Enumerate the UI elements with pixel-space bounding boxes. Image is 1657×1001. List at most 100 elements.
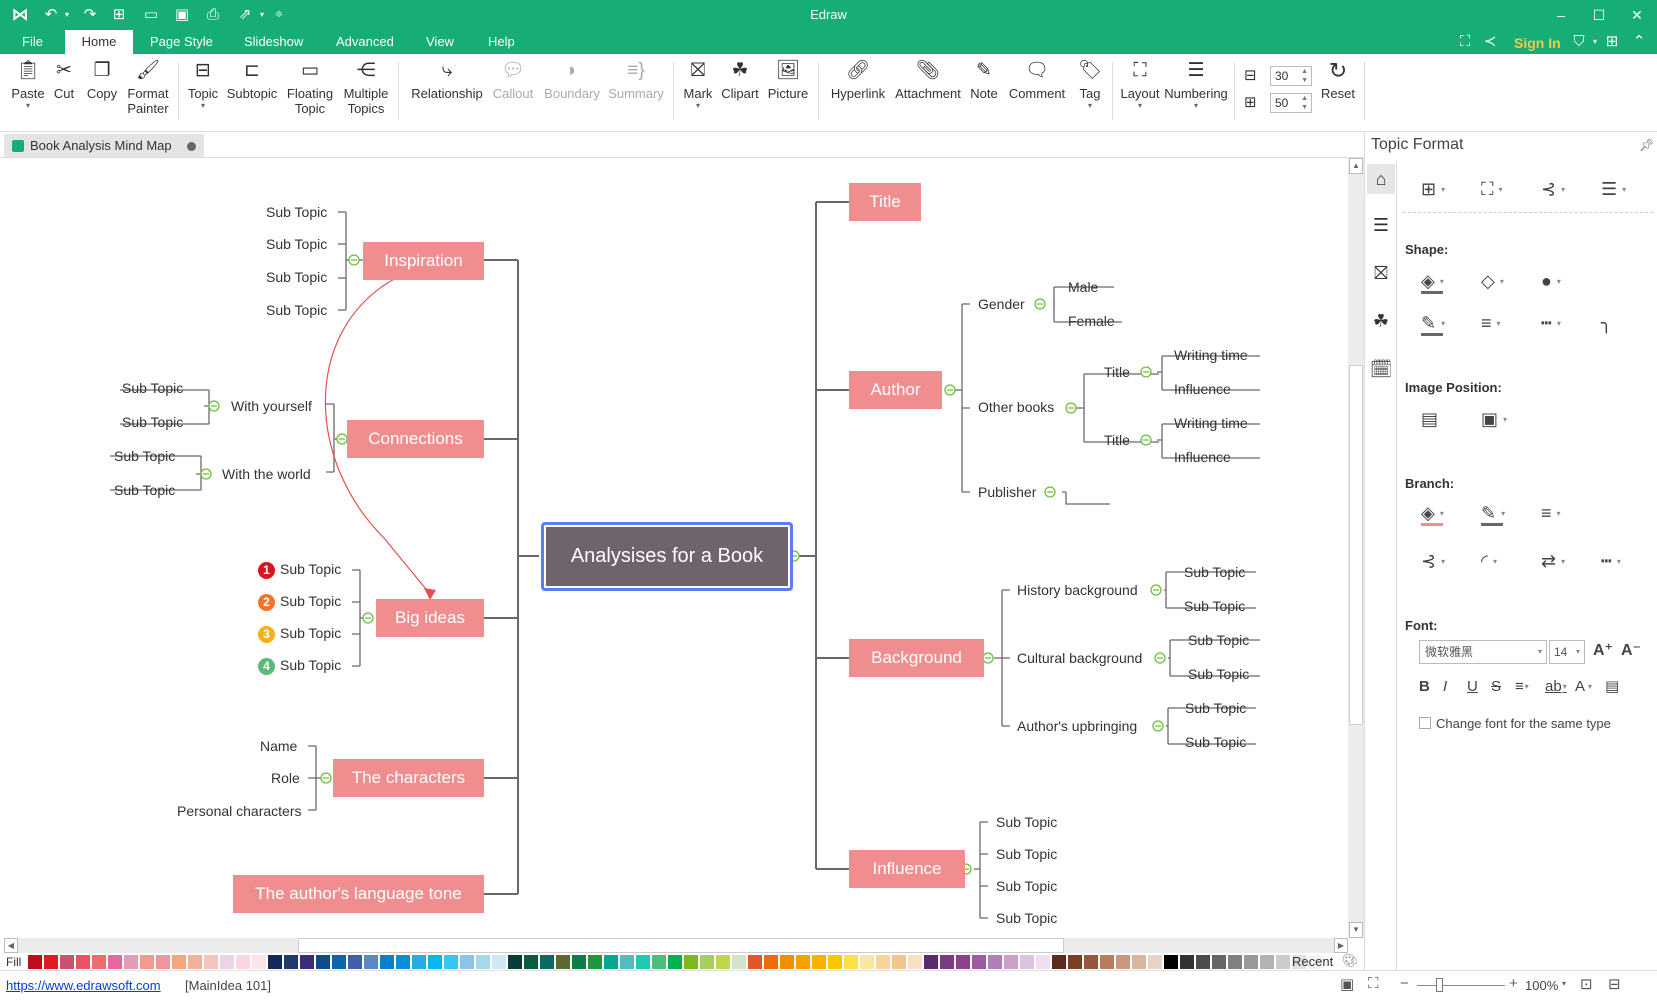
color-swatch[interactable] <box>764 955 778 969</box>
numbered-subtopic[interactable]: 3 Sub Topic <box>258 625 341 643</box>
dash-type-button[interactable]: ┅ ▾ <box>1541 312 1561 335</box>
subtopic[interactable]: Sub Topic <box>114 448 175 464</box>
list-icon[interactable]: ☰ <box>1367 210 1395 240</box>
color-swatch[interactable] <box>156 955 170 969</box>
tab-slideshow[interactable]: Slideshow <box>236 30 311 54</box>
color-swatch[interactable] <box>1260 955 1274 969</box>
color-swatch[interactable] <box>316 955 330 969</box>
branch-line-color-button[interactable]: ✎ ▾ <box>1481 502 1505 527</box>
subtopic[interactable]: Sub Topic <box>266 236 327 252</box>
zoom-out-button[interactable]: − <box>1400 975 1409 992</box>
horizontal-spacing-input[interactable]: 30 ▲ ▼ <box>1270 66 1312 86</box>
subtopic[interactable]: Sub Topic <box>114 482 175 498</box>
fit-width-icon[interactable]: ⊟ <box>1608 975 1621 993</box>
color-swatch[interactable] <box>1180 955 1194 969</box>
color-swatch[interactable] <box>700 955 714 969</box>
spinner-arrows[interactable]: ▲ ▼ <box>1301 94 1308 112</box>
topic-background[interactable]: Background <box>849 639 984 677</box>
corner-button[interactable]: ╮ <box>1601 312 1612 334</box>
topic-inspiration[interactable]: Inspiration <box>363 242 484 280</box>
subtopic[interactable]: Sub Topic <box>266 269 327 285</box>
note-button[interactable]: ✎ Note <box>966 60 1002 101</box>
color-swatch[interactable] <box>284 955 298 969</box>
topic-author[interactable]: Author <box>849 371 942 409</box>
undo-dropdown-icon[interactable]: ▾ <box>58 6 76 24</box>
color-swatch[interactable] <box>1196 955 1210 969</box>
color-swatch[interactable] <box>60 955 74 969</box>
theme-dropdown-icon[interactable]: ▾ <box>1586 33 1604 51</box>
summary-button[interactable]: ≡} Summary <box>606 60 666 101</box>
color-swatch[interactable] <box>524 955 538 969</box>
mark-icon[interactable]: ⛝ <box>1367 258 1395 288</box>
color-swatch[interactable] <box>492 955 506 969</box>
color-swatch[interactable] <box>348 955 362 969</box>
branch-curve-button[interactable]: ◜ ▾ <box>1481 550 1497 573</box>
attachment-button[interactable]: 📎︎ Attachment <box>892 60 964 101</box>
topic-button[interactable]: ⊟ Topic ▾ <box>185 60 221 111</box>
tab-home[interactable]: Home <box>65 30 133 54</box>
color-swatch[interactable] <box>1084 955 1098 969</box>
subtopic-authors-upbringing[interactable]: Author's upbringing <box>1017 718 1137 734</box>
subtopic-influence[interactable]: Influence <box>1174 449 1231 465</box>
color-swatch[interactable] <box>956 955 970 969</box>
document-tab[interactable]: Book Analysis Mind Map <box>4 134 204 158</box>
tag-button[interactable]: 🏷︎ Tag ▾ <box>1072 60 1108 111</box>
comment-button[interactable]: 🗨︎ Comment <box>1006 60 1068 101</box>
scroll-up-arrow[interactable]: ▲ <box>1349 158 1363 174</box>
horizontal-scroll-thumb[interactable] <box>298 938 1064 953</box>
topic-big-ideas[interactable]: Big ideas <box>376 599 484 637</box>
color-swatch[interactable] <box>636 955 650 969</box>
color-swatch[interactable] <box>1276 955 1290 969</box>
color-swatch[interactable] <box>204 955 218 969</box>
subtopic-influence[interactable]: Influence <box>1174 381 1231 397</box>
subtopic-gender[interactable]: Gender <box>978 296 1025 312</box>
copy-button[interactable]: ❐ Copy <box>84 60 120 101</box>
subtopic-with-the-world[interactable]: With the world <box>222 466 311 482</box>
mark-button[interactable]: ⛝ Mark ▾ <box>680 60 716 111</box>
text-format-button[interactable]: ▤ <box>1605 676 1619 698</box>
color-swatch[interactable] <box>444 955 458 969</box>
subtopic[interactable]: Sub Topic <box>1188 632 1249 648</box>
subtopic-male[interactable]: Male <box>1068 279 1098 295</box>
subtopic[interactable]: Sub Topic <box>266 204 327 220</box>
subtopic[interactable]: Sub Topic <box>122 414 183 430</box>
subtopic-cultural-background[interactable]: Cultural background <box>1017 650 1142 666</box>
tab-file[interactable]: File <box>14 30 51 54</box>
new-icon[interactable]: ⊞ <box>110 6 128 24</box>
scroll-left-arrow[interactable]: ◀ <box>4 938 18 953</box>
topic-language-tone[interactable]: The author's language tone <box>233 875 484 913</box>
subtopic-book-title[interactable]: Title <box>1104 364 1130 380</box>
tab-help[interactable]: Help <box>480 30 523 54</box>
customize-quick-access-icon[interactable]: ≑ <box>270 6 288 24</box>
color-swatch[interactable] <box>780 955 794 969</box>
subtopic[interactable]: Sub Topic <box>996 878 1057 894</box>
font-family-select[interactable]: 微软雅黑 ▾ <box>1419 640 1547 664</box>
strikethrough-button[interactable]: S <box>1491 676 1501 698</box>
color-swatch[interactable] <box>76 955 90 969</box>
subtopic[interactable]: Sub Topic <box>1185 734 1246 750</box>
color-swatch[interactable] <box>796 955 810 969</box>
font-size-select[interactable]: 14 ▾ <box>1549 640 1585 664</box>
color-swatch[interactable] <box>844 955 858 969</box>
fit-selection-icon[interactable]: ⊡ <box>1580 975 1593 993</box>
color-swatch[interactable] <box>908 955 922 969</box>
zoom-slider-thumb[interactable] <box>1436 978 1443 992</box>
print-icon[interactable]: ⎙ <box>204 6 222 24</box>
format-painter-button[interactable]: 🖌︎ Format Painter <box>124 60 172 116</box>
color-swatch[interactable] <box>1228 955 1242 969</box>
subtopic[interactable]: Sub Topic <box>122 380 183 396</box>
color-swatch[interactable] <box>1036 955 1050 969</box>
color-swatch[interactable] <box>1132 955 1146 969</box>
color-swatch[interactable] <box>268 955 282 969</box>
color-swatch[interactable] <box>924 955 938 969</box>
color-swatch[interactable] <box>188 955 202 969</box>
subtopic-other-books[interactable]: Other books <box>978 399 1054 415</box>
color-swatch[interactable] <box>108 955 122 969</box>
subtopic[interactable]: Sub Topic <box>996 846 1057 862</box>
apps-icon[interactable]: ⊞ <box>1603 33 1621 51</box>
color-swatch[interactable] <box>684 955 698 969</box>
multiple-topics-button[interactable]: ⋲ Multiple Topics <box>340 60 392 116</box>
underline-button[interactable]: U <box>1467 676 1478 698</box>
website-link[interactable]: https://www.edrawsoft.com <box>6 978 161 993</box>
hyperlink-button[interactable]: 🔗︎ Hyperlink <box>828 60 888 101</box>
